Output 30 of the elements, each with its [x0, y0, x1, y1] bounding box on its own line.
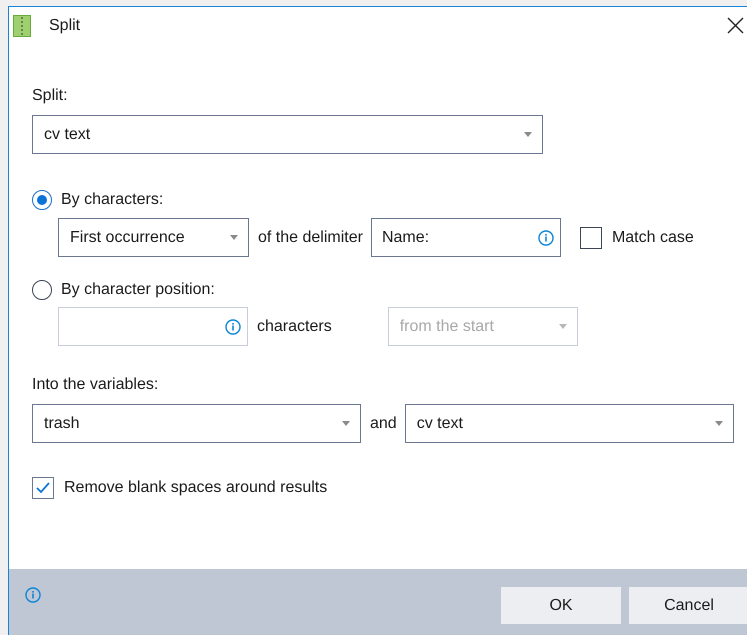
characters-label: characters — [257, 318, 332, 336]
variable-dropdown[interactable]: trash — [32, 404, 361, 443]
caret-icon — [342, 421, 350, 426]
variable-dropdown[interactable]: cv text — [404, 404, 734, 443]
info-icon — [225, 318, 241, 334]
check-icon — [35, 481, 51, 495]
close-icon[interactable] — [727, 17, 744, 34]
caret-icon — [230, 235, 238, 240]
split-icon — [13, 15, 31, 37]
match-case-checkbox[interactable] — [580, 226, 602, 248]
match-case-label: Match case — [612, 228, 694, 246]
variables-label: Into the variables: — [32, 375, 160, 395]
caret-icon — [714, 421, 723, 426]
info-icon — [538, 230, 554, 246]
trim-label: Remove blank spaces around results — [64, 479, 328, 497]
info-icon — [25, 587, 41, 603]
split-dropdown[interactable]: cv text — [32, 115, 543, 154]
occurrence-dropdown[interactable]: First occurrence — [58, 218, 249, 257]
delimiter-label: of the delimiter — [258, 228, 363, 246]
and-label: and — [370, 414, 397, 432]
trim-checkbox[interactable] — [32, 477, 54, 499]
window-title: Split — [49, 17, 80, 35]
caret-icon — [558, 324, 567, 329]
mode-radio[interactable]: By characters: — [32, 190, 747, 210]
mode-radio[interactable]: By character position: — [32, 280, 747, 300]
dialog-button[interactable]: Cancel — [629, 587, 747, 624]
dialog-button[interactable]: OK — [501, 587, 621, 624]
caret-icon — [524, 132, 532, 137]
delimiter-field[interactable]: Name: — [370, 218, 561, 257]
split-label: Split: — [32, 86, 69, 106]
